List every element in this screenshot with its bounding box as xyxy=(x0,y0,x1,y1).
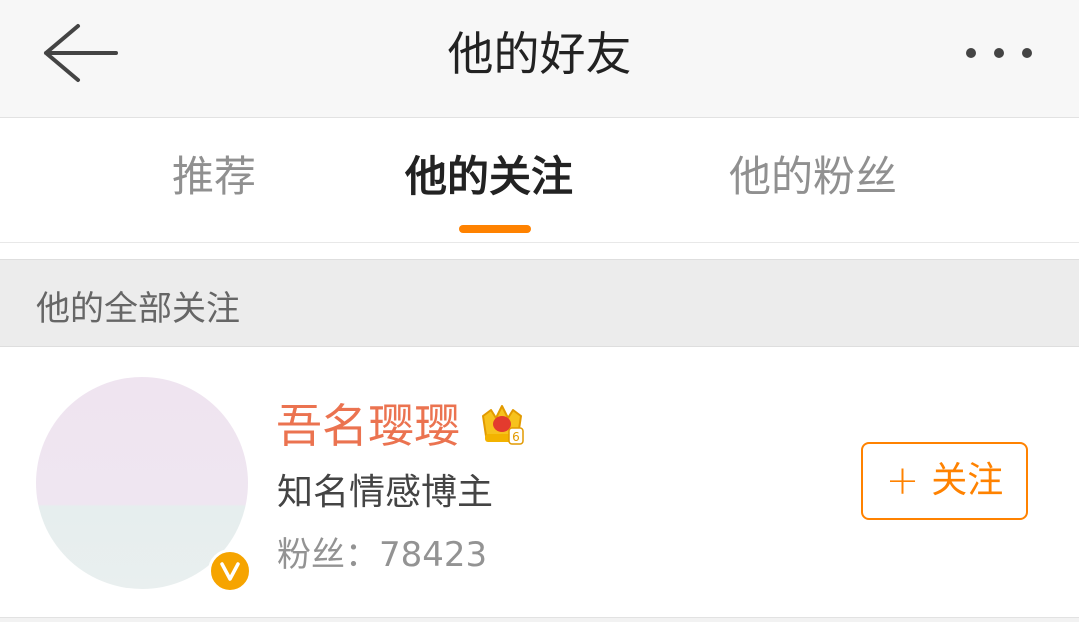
fans-label: 粉丝： xyxy=(277,535,379,575)
crown-badge-icon: 6 xyxy=(482,405,524,445)
list-bottom-divider xyxy=(0,618,1079,622)
page-title: 他的好友 xyxy=(447,27,632,81)
tab-bar: 推荐 他的关注 他的粉丝 xyxy=(0,118,1079,243)
section-header: 他的全部关注 xyxy=(0,259,1079,347)
tab-fans[interactable]: 他的粉丝 xyxy=(729,148,897,206)
spacer xyxy=(0,243,1079,259)
section-title: 他的全部关注 xyxy=(36,289,240,329)
user-description: 知名情感博主 xyxy=(277,472,494,513)
plus-icon: + xyxy=(885,458,920,504)
member-level-label: 6 xyxy=(512,430,520,444)
follow-button-label: 关注 xyxy=(931,460,1004,501)
user-name[interactable]: 吾名璎璎 xyxy=(276,398,460,454)
fans-value: 78423 xyxy=(379,535,488,575)
tab-recommend[interactable]: 推荐 xyxy=(172,148,256,206)
tab-following[interactable]: 他的关注 xyxy=(405,148,573,206)
follow-button[interactable]: + 关注 xyxy=(861,442,1028,520)
top-navigation-bar: 他的好友 xyxy=(0,0,1079,118)
fans-count: 粉丝：78423 xyxy=(277,533,487,577)
more-dots-icon[interactable] xyxy=(963,38,1039,68)
verified-v-icon xyxy=(208,549,252,593)
active-tab-indicator xyxy=(459,225,531,233)
